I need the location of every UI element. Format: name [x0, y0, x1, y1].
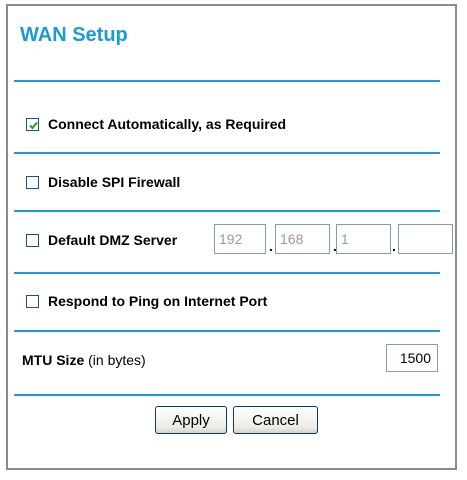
apply-button[interactable]: Apply — [155, 406, 227, 434]
disable-spi-checkbox[interactable] — [26, 175, 39, 189]
check-icon — [29, 121, 38, 129]
dmz-ip-octet-3[interactable]: 1 — [336, 224, 391, 254]
respond-ping-label: Respond to Ping on Internet Port — [48, 293, 268, 309]
connect-automatically-label: Connect Automatically, as Required — [48, 116, 287, 132]
divider — [14, 272, 440, 274]
disable-spi-row: Disable SPI Firewall — [26, 174, 180, 190]
mtu-size-label-bold: MTU Size — [22, 352, 85, 368]
dmz-ip-octet-2[interactable]: 168 — [275, 224, 330, 254]
divider — [14, 330, 440, 332]
mtu-size-label-suffix: (in bytes) — [84, 352, 146, 368]
disable-spi-label: Disable SPI Firewall — [48, 174, 181, 190]
mtu-size-input[interactable]: 1500 — [386, 344, 438, 372]
divider — [14, 80, 440, 82]
respond-ping-row: Respond to Ping on Internet Port — [26, 293, 267, 309]
ip-dot: . — [392, 238, 396, 254]
divider — [14, 152, 440, 154]
page-title: WAN Setup — [20, 24, 128, 46]
connect-automatically-checkbox[interactable] — [26, 117, 39, 131]
respond-ping-checkbox[interactable] — [26, 294, 39, 308]
divider — [14, 394, 440, 396]
connect-automatically-row: Connect Automatically, as Required — [26, 116, 286, 132]
dmz-ip-octet-1[interactable]: 192 — [214, 224, 266, 254]
dmz-ip-fields: 192 . 168 . 1 . — [0, 224, 467, 254]
mtu-size-label: MTU Size (in bytes) — [22, 352, 146, 368]
ip-dot: . — [269, 238, 273, 254]
cancel-button[interactable]: Cancel — [233, 406, 318, 434]
dmz-ip-octet-4[interactable] — [398, 224, 453, 254]
divider — [14, 210, 440, 212]
